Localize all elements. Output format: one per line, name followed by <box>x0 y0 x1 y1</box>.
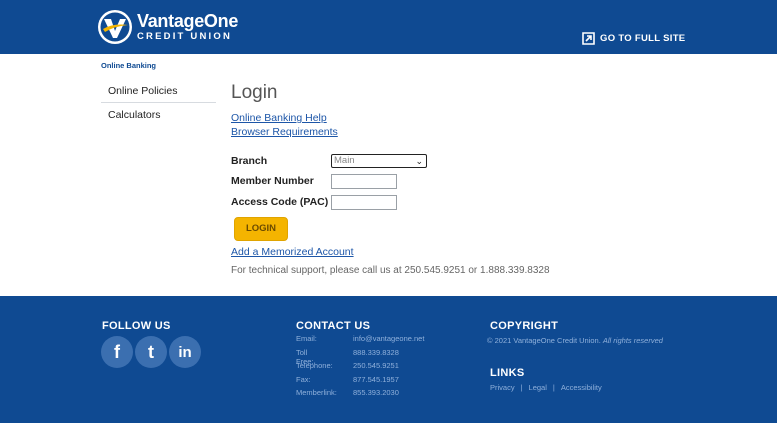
add-memorized-account-link[interactable]: Add a Memorized Account <box>231 245 354 259</box>
access-code-label: Access Code (PAC) <box>231 196 329 208</box>
contact-value: 888.339.8328 <box>353 347 399 357</box>
divider: | <box>552 383 555 392</box>
contact-key: Memberlink: <box>296 388 337 397</box>
privacy-link[interactable]: Privacy <box>490 383 515 392</box>
branch-select-value: Main <box>334 155 355 166</box>
rights-reserved: All rights reserved <box>602 336 663 345</box>
main-content: Login Online Banking Help Browser Requir… <box>231 81 651 139</box>
twitter-icon[interactable]: t <box>135 336 167 368</box>
contact-email-link[interactable]: info@vantageone.net <box>353 334 424 343</box>
login-button[interactable]: LOGIN <box>234 217 288 241</box>
copyright-line: © 2021 VantageOne Credit Union. <box>487 336 601 345</box>
contact-value: 855.393.2030 <box>353 388 399 397</box>
logo-name: VantageOne <box>137 10 239 31</box>
online-banking-help-link[interactable]: Online Banking Help <box>231 111 651 125</box>
contact-value: 877.545.1957 <box>353 374 399 384</box>
linkedin-icon[interactable]: in <box>169 336 201 368</box>
support-text: For technical support, please call us at… <box>231 265 550 276</box>
member-number-input[interactable] <box>331 174 397 189</box>
accessibility-link[interactable]: Accessibility <box>561 383 602 392</box>
chevron-down-icon: ⌄ <box>415 156 423 166</box>
go-to-full-site-link[interactable]: GO TO FULL SITE <box>582 32 685 45</box>
logo-text: VantageOne CREDIT UNION <box>137 10 239 42</box>
sidebar-item-online-policies[interactable]: Online Policies <box>101 79 216 103</box>
follow-us-title: FOLLOW US <box>102 320 171 332</box>
contact-us-title: CONTACT US <box>296 320 371 332</box>
contact-key: Email: <box>296 334 317 343</box>
sidebar: Online Policies Calculators <box>101 79 216 127</box>
breadcrumb[interactable]: Online Banking <box>101 61 156 70</box>
logo-icon <box>98 9 132 44</box>
copyright-title: COPYRIGHT <box>490 320 559 332</box>
external-link-icon <box>582 32 595 45</box>
header: VantageOne CREDIT UNION GO TO FULL SITE <box>0 0 777 54</box>
contact-key: Fax: <box>296 374 311 384</box>
access-code-input[interactable] <box>331 195 397 210</box>
full-site-label: GO TO FULL SITE <box>600 33 686 44</box>
logo[interactable]: VantageOne CREDIT UNION <box>97 8 238 45</box>
branch-select[interactable]: Main ⌄ <box>331 154 427 168</box>
member-number-label: Member Number <box>231 175 314 187</box>
footer: FOLLOW US f t in CONTACT US Email: info@… <box>0 296 777 423</box>
footer-links: Privacy | Legal | Accessibility <box>490 383 602 392</box>
links-title: LINKS <box>490 367 525 379</box>
legal-link[interactable]: Legal <box>529 383 547 392</box>
logo-sub: CREDIT UNION <box>137 30 233 42</box>
browser-requirements-link[interactable]: Browser Requirements <box>231 125 651 139</box>
facebook-icon[interactable]: f <box>101 336 133 368</box>
page-title: Login <box>231 82 278 103</box>
divider: | <box>520 383 523 392</box>
contact-key: Telephone: <box>296 361 333 370</box>
branch-label: Branch <box>231 155 268 167</box>
contact-value: 250.545.9251 <box>353 361 399 370</box>
sidebar-item-calculators[interactable]: Calculators <box>101 103 216 127</box>
social-links: f t in <box>101 336 203 368</box>
copyright-text: © 2021 VantageOne Credit Union. All righ… <box>487 336 663 345</box>
